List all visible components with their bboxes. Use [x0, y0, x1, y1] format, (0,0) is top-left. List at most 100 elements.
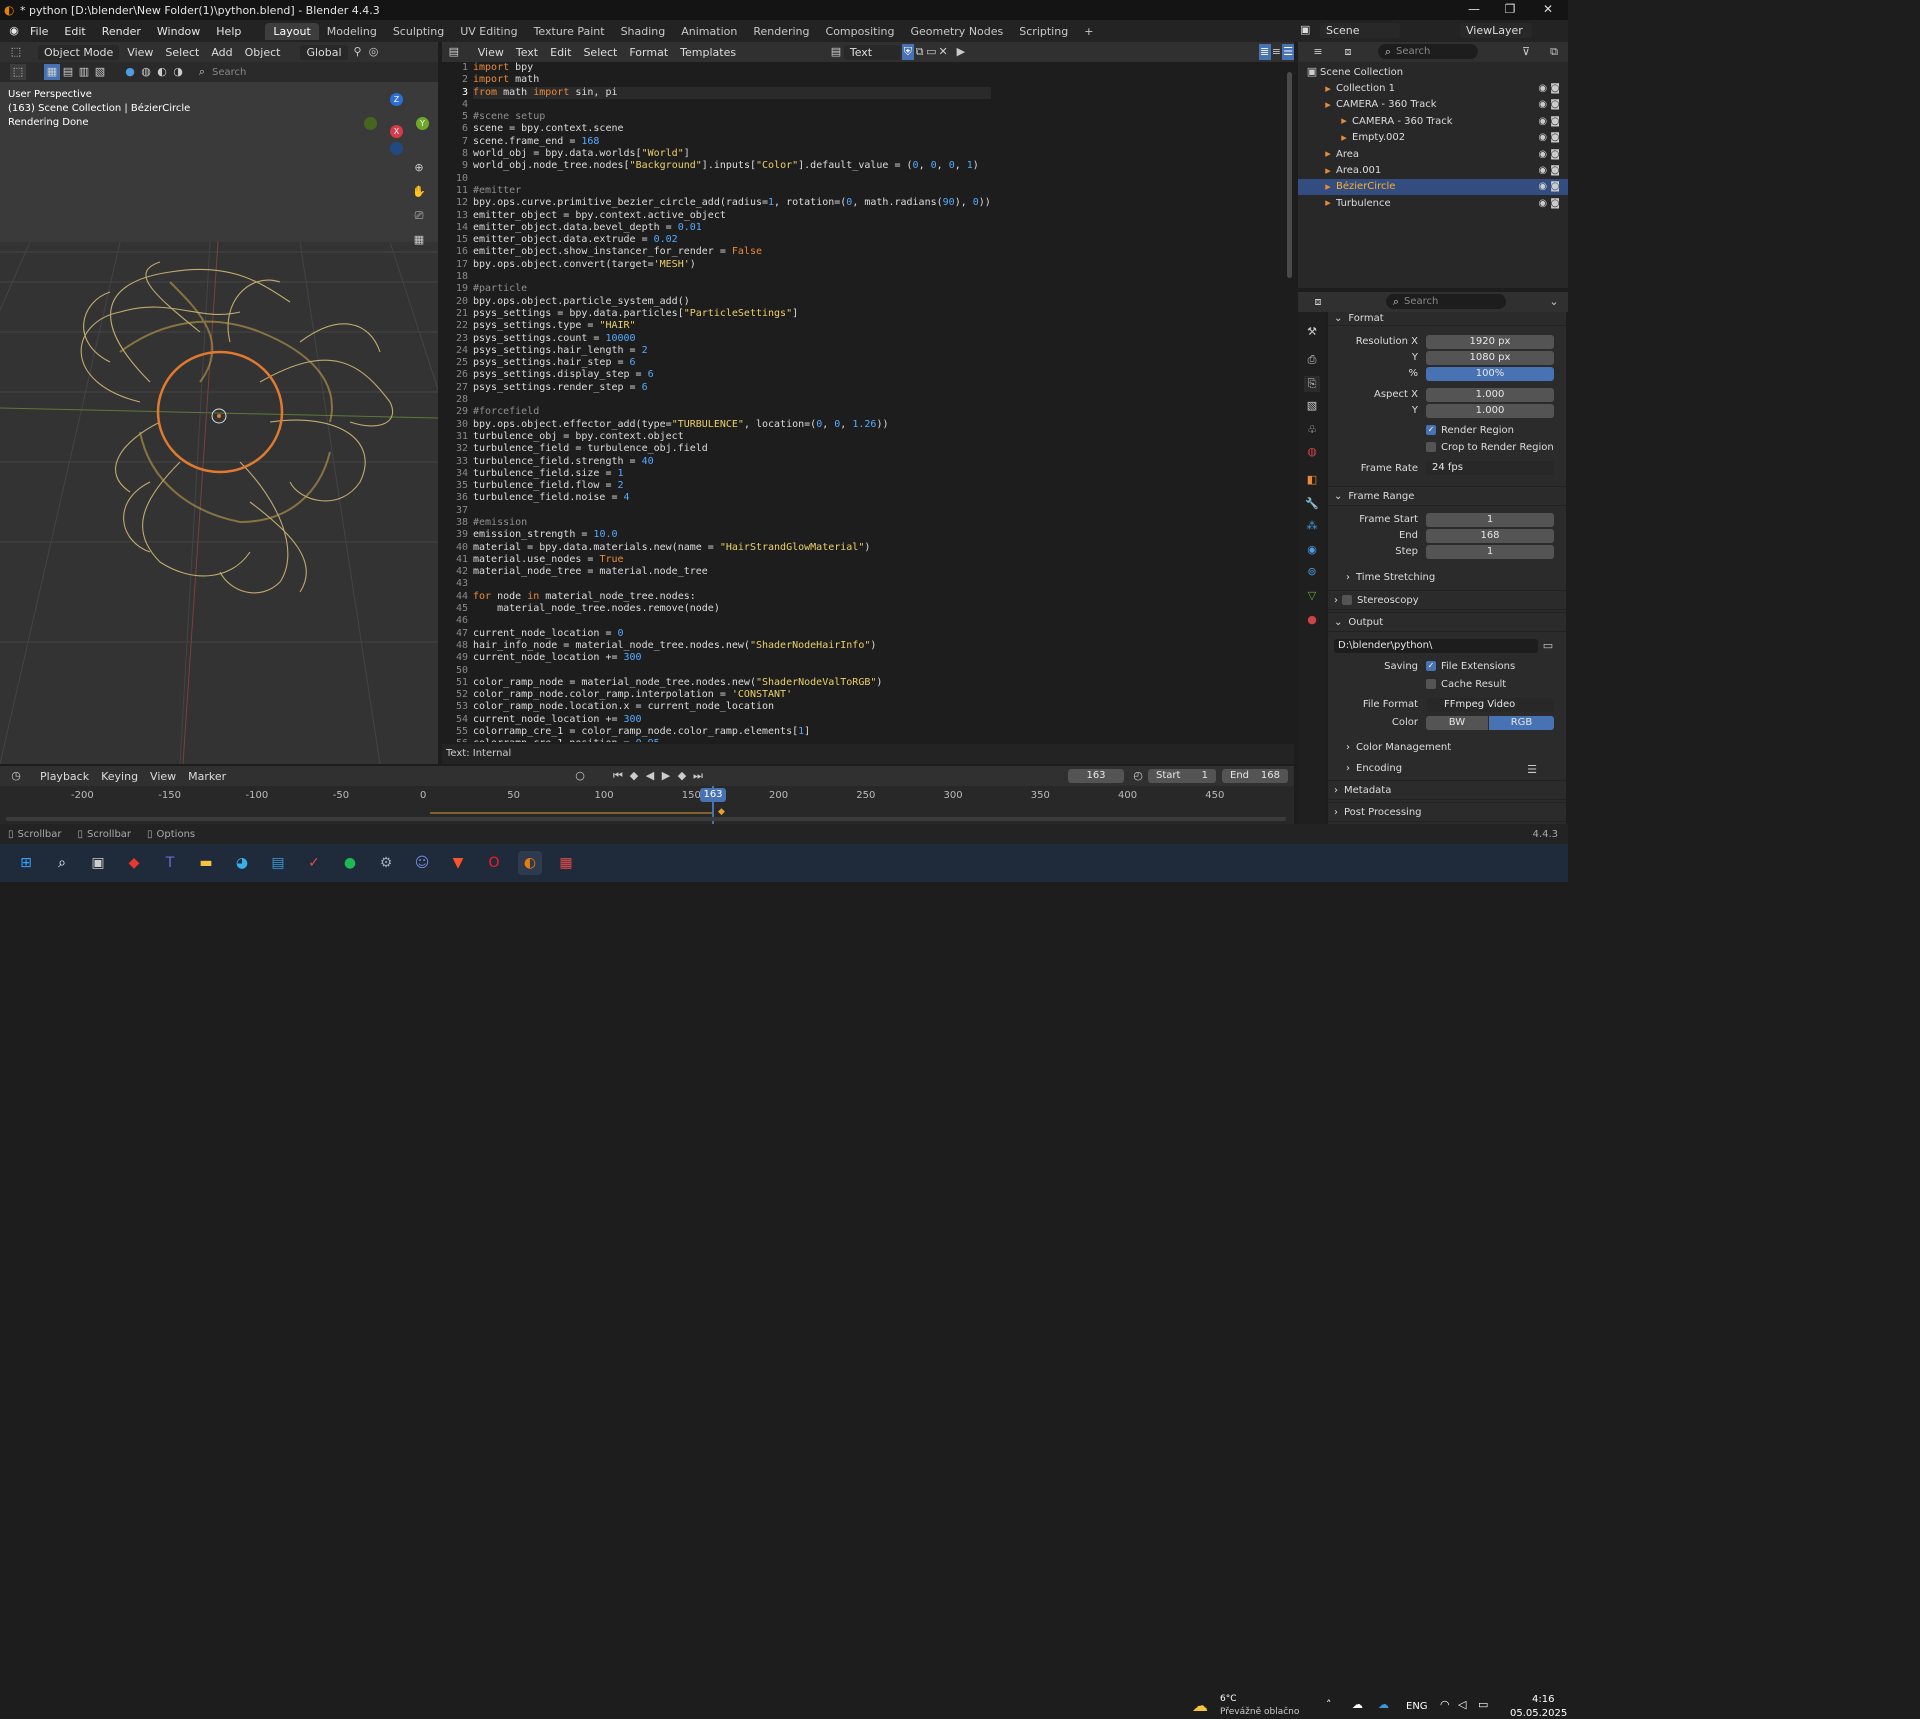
code-line[interactable]: world_obj.node_tree.nodes["Background"].… [473, 160, 991, 172]
outliner-root[interactable]: ▣ Scene Collection [1298, 64, 1568, 80]
tab-geometry-nodes[interactable]: Geometry Nodes [902, 23, 1011, 40]
visibility-toggle-icon[interactable]: ◉ ◙ [1538, 181, 1560, 192]
code-line[interactable] [473, 615, 991, 627]
color-rgb-button[interactable]: RGB [1489, 716, 1554, 730]
transform-orientation-dropdown[interactable]: Global [300, 44, 348, 60]
visibility-toggle-icon[interactable]: ◉ ◙ [1538, 83, 1560, 94]
viewport-menu-object[interactable]: Object [239, 46, 287, 59]
word-wrap-toggle-icon[interactable]: ≡ [1271, 44, 1283, 60]
camera-view-icon[interactable]: ⎚ [411, 208, 427, 224]
material-shading-icon[interactable]: ◐ [154, 64, 170, 80]
metadata-panel-header[interactable]: › Metadata [1328, 780, 1566, 800]
filter-icon[interactable]: ⊽ [1518, 44, 1534, 60]
gizmo-z-axis[interactable]: Z [390, 93, 403, 106]
format-panel-header[interactable]: ⌄ Format [1328, 312, 1566, 326]
tab-compositing[interactable]: Compositing [818, 23, 903, 40]
timeline-menu-playback[interactable]: Playback [34, 770, 95, 783]
render-tab-icon[interactable]: ⎙ [1304, 352, 1320, 368]
viewport-search-input[interactable]: Search [212, 67, 246, 78]
output-tab-icon[interactable]: ⎘ [1304, 376, 1320, 392]
code-line[interactable]: material = bpy.data.materials.new(name =… [473, 542, 991, 554]
text-menu-view[interactable]: View [472, 46, 510, 59]
menu-window[interactable]: Window [149, 25, 208, 38]
ortho-grid-icon[interactable]: ▦ [411, 232, 427, 248]
fake-user-shield-icon[interactable]: ⛨ [901, 44, 914, 60]
world-tab-icon[interactable]: ◍ [1304, 444, 1320, 460]
select-box-icon[interactable]: ▦ [44, 64, 60, 80]
file-explorer-icon[interactable]: ▬ [194, 851, 218, 875]
zoom-icon[interactable]: ⊕ [411, 160, 427, 176]
onedrive-icon[interactable]: ☁ [1352, 1698, 1363, 1711]
stereoscopy-panel-header[interactable]: › Stereoscopy [1328, 590, 1566, 610]
tab-sculpting[interactable]: Sculpting [385, 23, 452, 40]
code-line[interactable] [473, 173, 991, 185]
menu-help[interactable]: Help [208, 25, 249, 38]
text-menu-edit[interactable]: Edit [544, 46, 577, 59]
tab-rendering[interactable]: Rendering [745, 23, 817, 40]
resolution-y-field[interactable]: 1080 px [1426, 351, 1554, 365]
gizmo-y-axis[interactable]: Y [416, 117, 429, 130]
code-line[interactable]: current_node_location = 0 [473, 628, 991, 640]
code-line[interactable]: #emitter [473, 185, 991, 197]
line-numbers-toggle-icon[interactable]: ≣ [1258, 44, 1271, 60]
code-line[interactable]: #emission [473, 517, 991, 529]
output-panel-header[interactable]: ⌄ Output [1328, 612, 1566, 632]
snap-icon[interactable]: ⚲ [350, 44, 366, 60]
output-path-field[interactable]: D:\blender\python\ [1334, 639, 1538, 653]
text-menu-templates[interactable]: Templates [674, 46, 742, 59]
tray-chevron-up-icon[interactable]: ˄ [1326, 1698, 1332, 1711]
weather-icon[interactable]: ☁ [1192, 1696, 1208, 1715]
todo-icon[interactable]: ✓ [302, 851, 326, 875]
close-button[interactable]: ✕ [1530, 0, 1566, 20]
code-line[interactable]: hair_info_node = material_node_tree.node… [473, 640, 991, 652]
code-line[interactable]: color_ramp_node.color_ramp.interpolation… [473, 689, 991, 701]
code-line[interactable]: world_obj = bpy.data.worlds["World"] [473, 148, 991, 160]
select-subtract-icon[interactable]: ▥ [76, 64, 92, 80]
code-line[interactable]: psys_settings.display_step = 6 [473, 369, 991, 381]
outliner-type-icon[interactable]: ≡ [1310, 44, 1326, 60]
code-line[interactable]: psys_settings.render_step = 6 [473, 382, 991, 394]
code-line[interactable] [473, 665, 991, 677]
solid-shading-icon[interactable]: ◍ [138, 64, 154, 80]
wifi-icon[interactable]: ◠ [1440, 1698, 1450, 1711]
store-icon[interactable]: ▤ [266, 851, 290, 875]
pan-hand-icon[interactable]: ✋ [411, 184, 427, 200]
properties-search-input[interactable]: Search [1386, 294, 1506, 309]
resolution-x-field[interactable]: 1920 px [1426, 335, 1554, 349]
onedrive-blue-icon[interactable]: ☁ [1378, 1698, 1389, 1711]
code-line[interactable]: bpy.ops.curve.primitive_bezier_circle_ad… [473, 197, 991, 209]
resolution-percent-field[interactable]: 100% [1426, 367, 1554, 381]
steam-icon[interactable]: ⚙ [374, 851, 398, 875]
text-editor-area[interactable]: 1 2 3 4 5 6 7 8 9 10 11 12 13 14 15 16 17 18 19 20 21 22 23 24 2… [442, 62, 1294, 742]
visibility-toggle-icon[interactable]: ◉ ◙ [1538, 149, 1560, 160]
color-bw-button[interactable]: BW [1426, 716, 1488, 730]
frame-end-field[interactable]: 168 [1426, 529, 1554, 543]
code-line[interactable]: psys_settings.count = 10000 [473, 333, 991, 345]
spotify-icon[interactable]: ● [338, 851, 362, 875]
timeline-end-field[interactable]: End 168 [1222, 769, 1288, 783]
minimize-button[interactable]: — [1456, 0, 1492, 20]
render-shading-icon[interactable]: ◑ [170, 64, 186, 80]
code-line[interactable]: psys_settings = bpy.data.particles["Part… [473, 308, 991, 320]
new-collection-icon[interactable]: ⧉ [1546, 44, 1562, 60]
constraints-tab-icon[interactable]: ⊚ [1304, 564, 1320, 580]
maximize-button[interactable]: ❐ [1492, 0, 1528, 20]
edge-icon[interactable]: ◕ [230, 851, 254, 875]
viewport-menu-select[interactable]: Select [159, 46, 205, 59]
tab-shading[interactable]: Shading [613, 23, 674, 40]
blender-taskbar-icon[interactable]: ◐ [518, 851, 542, 875]
gizmo-x-axis[interactable]: X [390, 125, 403, 138]
syntax-highlight-toggle-icon[interactable]: ☰ [1282, 44, 1295, 60]
unlink-text-icon[interactable]: ✕ [937, 44, 949, 60]
outliner-item[interactable]: ▸ Turbulence ◉ ◙ [1298, 195, 1568, 211]
timeline-menu-marker[interactable]: Marker [182, 770, 232, 783]
object-mode-dropdown[interactable]: Object Mode [38, 44, 120, 60]
text-browse-icon[interactable]: ▤ [830, 44, 842, 60]
text-menu-format[interactable]: Format [623, 46, 674, 59]
outliner-item[interactable]: ▸ BézierCircle ◉ ◙ [1298, 178, 1568, 196]
language-indicator[interactable]: ENG [1406, 1701, 1428, 1712]
code-line[interactable]: turbulence_field = turbulence_obj.field [473, 443, 991, 455]
run-script-icon[interactable]: ▶ [955, 44, 967, 60]
code-line[interactable]: material.use_nodes = True [473, 554, 991, 566]
discord-icon[interactable]: ☺ [410, 851, 434, 875]
